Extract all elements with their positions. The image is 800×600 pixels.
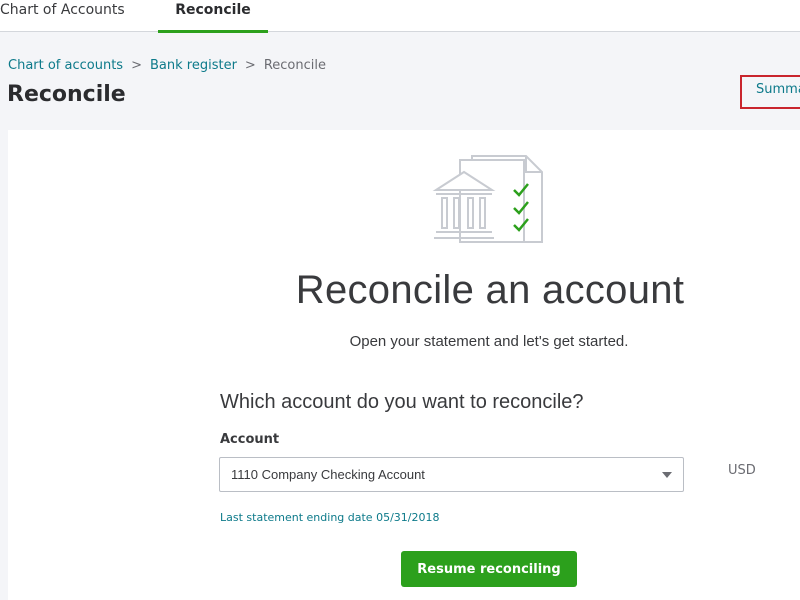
breadcrumb-separator: > — [244, 58, 256, 73]
breadcrumb-separator: > — [131, 58, 142, 73]
page-title: Reconcile — [7, 82, 126, 107]
currency-label: USD — [728, 463, 756, 478]
account-question: Which account do you want to reconcile? — [220, 391, 584, 413]
resume-reconciling-button[interactable]: Resume reconciling — [401, 551, 577, 587]
account-select-value: 1110 Company Checking Account — [231, 467, 425, 482]
account-label: Account — [220, 432, 280, 447]
hero-subtitle: Open your statement and let's get starte… — [349, 333, 629, 350]
hero-title: Reconcile an account — [295, 268, 685, 312]
tab-chart-of-accounts[interactable]: Chart of Accounts — [0, 0, 150, 32]
account-select[interactable]: 1110 Company Checking Account — [219, 457, 684, 492]
breadcrumb-bank-register[interactable]: Bank register — [150, 58, 237, 73]
reconcile-card — [8, 130, 800, 600]
last-statement-date: Last statement ending date 05/31/2018 — [220, 511, 440, 524]
bank-statement-checklist-icon — [432, 155, 543, 243]
chevron-down-icon[interactable] — [662, 472, 672, 478]
breadcrumb-chart-of-accounts[interactable]: Chart of accounts — [8, 58, 123, 73]
tab-reconcile[interactable]: Reconcile — [158, 0, 268, 33]
tab-bar: Chart of Accounts Reconcile — [0, 0, 800, 33]
breadcrumb: Chart of accounts > Bank register > Reconcil… — [8, 58, 326, 73]
breadcrumb-reconcile: Reconcile — [263, 58, 326, 73]
summary-link[interactable]: Summary — [740, 75, 800, 109]
